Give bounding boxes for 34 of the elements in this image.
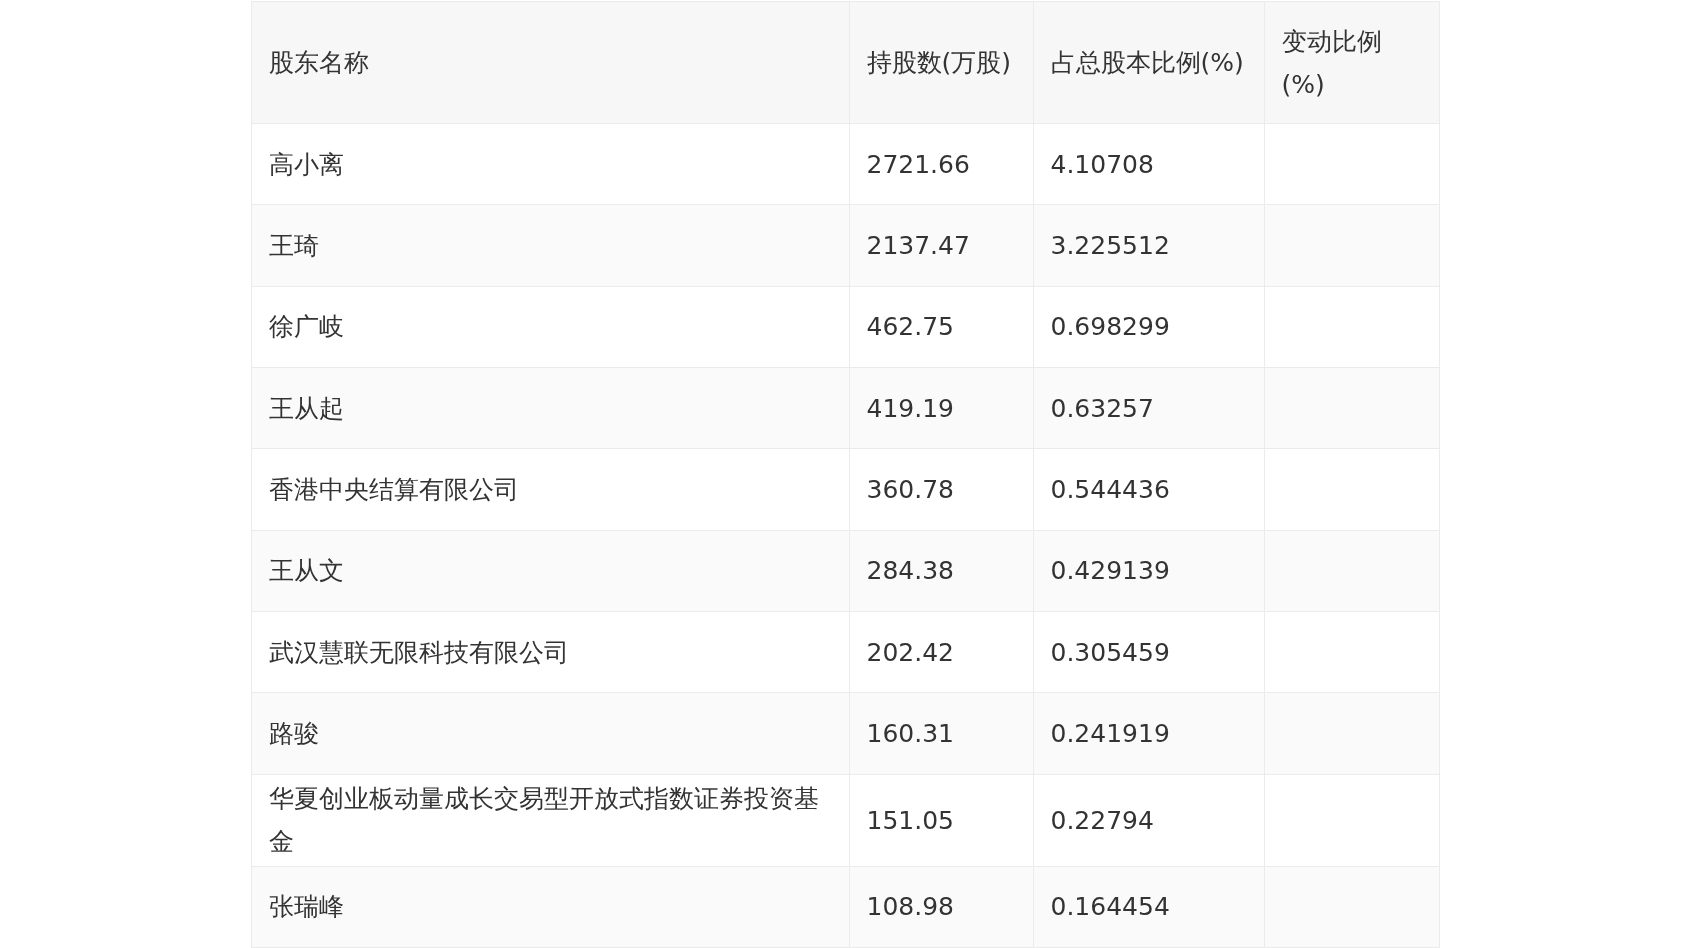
- table-cell: 武汉慧联无限科技有限公司: [268, 637, 569, 667]
- table-cell: 4.10708: [1050, 149, 1154, 179]
- table-cell: 香港中央结算有限公司: [268, 474, 519, 504]
- table-cell: 0.429139: [1050, 556, 1170, 586]
- table-cell: 0.164454: [1050, 892, 1170, 922]
- table-cell: 王琦: [268, 231, 319, 260]
- table-cell: 0.63257: [1050, 393, 1154, 423]
- table-cell: 王从文: [268, 556, 344, 586]
- column-header: 变动比例(%): [1281, 26, 1382, 99]
- table-cell: 419.19: [866, 393, 954, 423]
- table-cell: 160.31: [866, 718, 954, 748]
- table-cell: 2721.66: [866, 149, 970, 179]
- table-cell: 284.38: [866, 556, 954, 586]
- column-header: 占总股本比例(%): [1050, 48, 1244, 77]
- table-cell: 108.98: [866, 892, 954, 922]
- table-cell: 0.544436: [1050, 474, 1170, 504]
- column-header: 持股数(万股): [866, 48, 1011, 77]
- table-cell: 462.75: [866, 312, 954, 342]
- table-cell: 2137.47: [866, 231, 970, 260]
- table-cell: 151.05: [866, 805, 954, 835]
- table-cell: 360.78: [866, 474, 954, 504]
- table-cell: 高小离: [268, 149, 344, 179]
- table-cell: 王从起: [268, 393, 344, 423]
- table-cell: 0.305459: [1050, 637, 1170, 667]
- table-cell: 3.225512: [1050, 231, 1170, 260]
- table-cell: 华夏创业板动量成长交易型开放式指数证券投资基金: [268, 784, 819, 857]
- column-header: 股东名称: [268, 48, 369, 77]
- table-cell: 张瑞峰: [268, 892, 344, 922]
- table-cell: 路骏: [268, 718, 319, 748]
- table-cell: 202.42: [866, 637, 954, 667]
- table-cell: 0.698299: [1050, 312, 1170, 342]
- table-cell: 0.22794: [1050, 805, 1154, 835]
- table-cell: 0.241919: [1050, 718, 1170, 748]
- table-cell: 徐广岐: [268, 312, 344, 342]
